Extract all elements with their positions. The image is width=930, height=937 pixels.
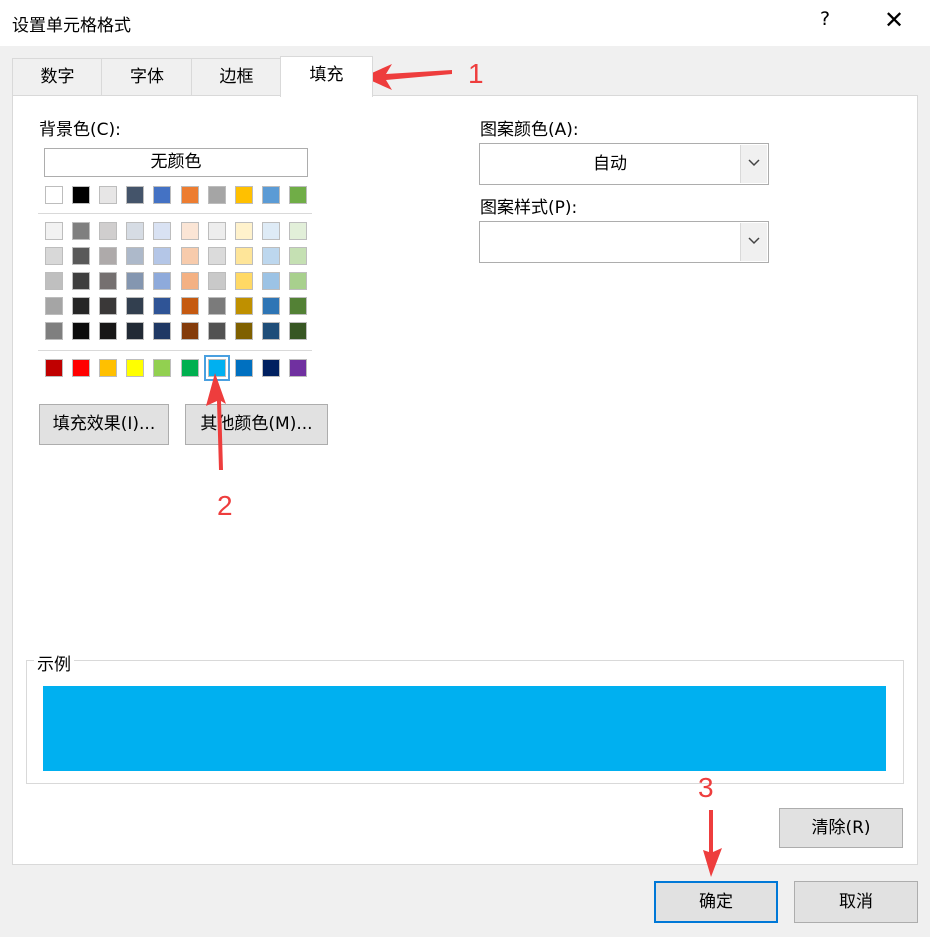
annotation-arrow-3 (703, 810, 722, 877)
annotation-arrow-2 (206, 373, 226, 470)
annotation-number-3: 3 (698, 772, 714, 803)
annotation-number-1: 1 (468, 58, 484, 89)
annotation-arrow-1 (363, 64, 452, 90)
annotation-number-2: 2 (217, 490, 233, 521)
annotation-overlay (206, 64, 722, 877)
tab-fill[interactable]: 填充 (280, 56, 373, 97)
